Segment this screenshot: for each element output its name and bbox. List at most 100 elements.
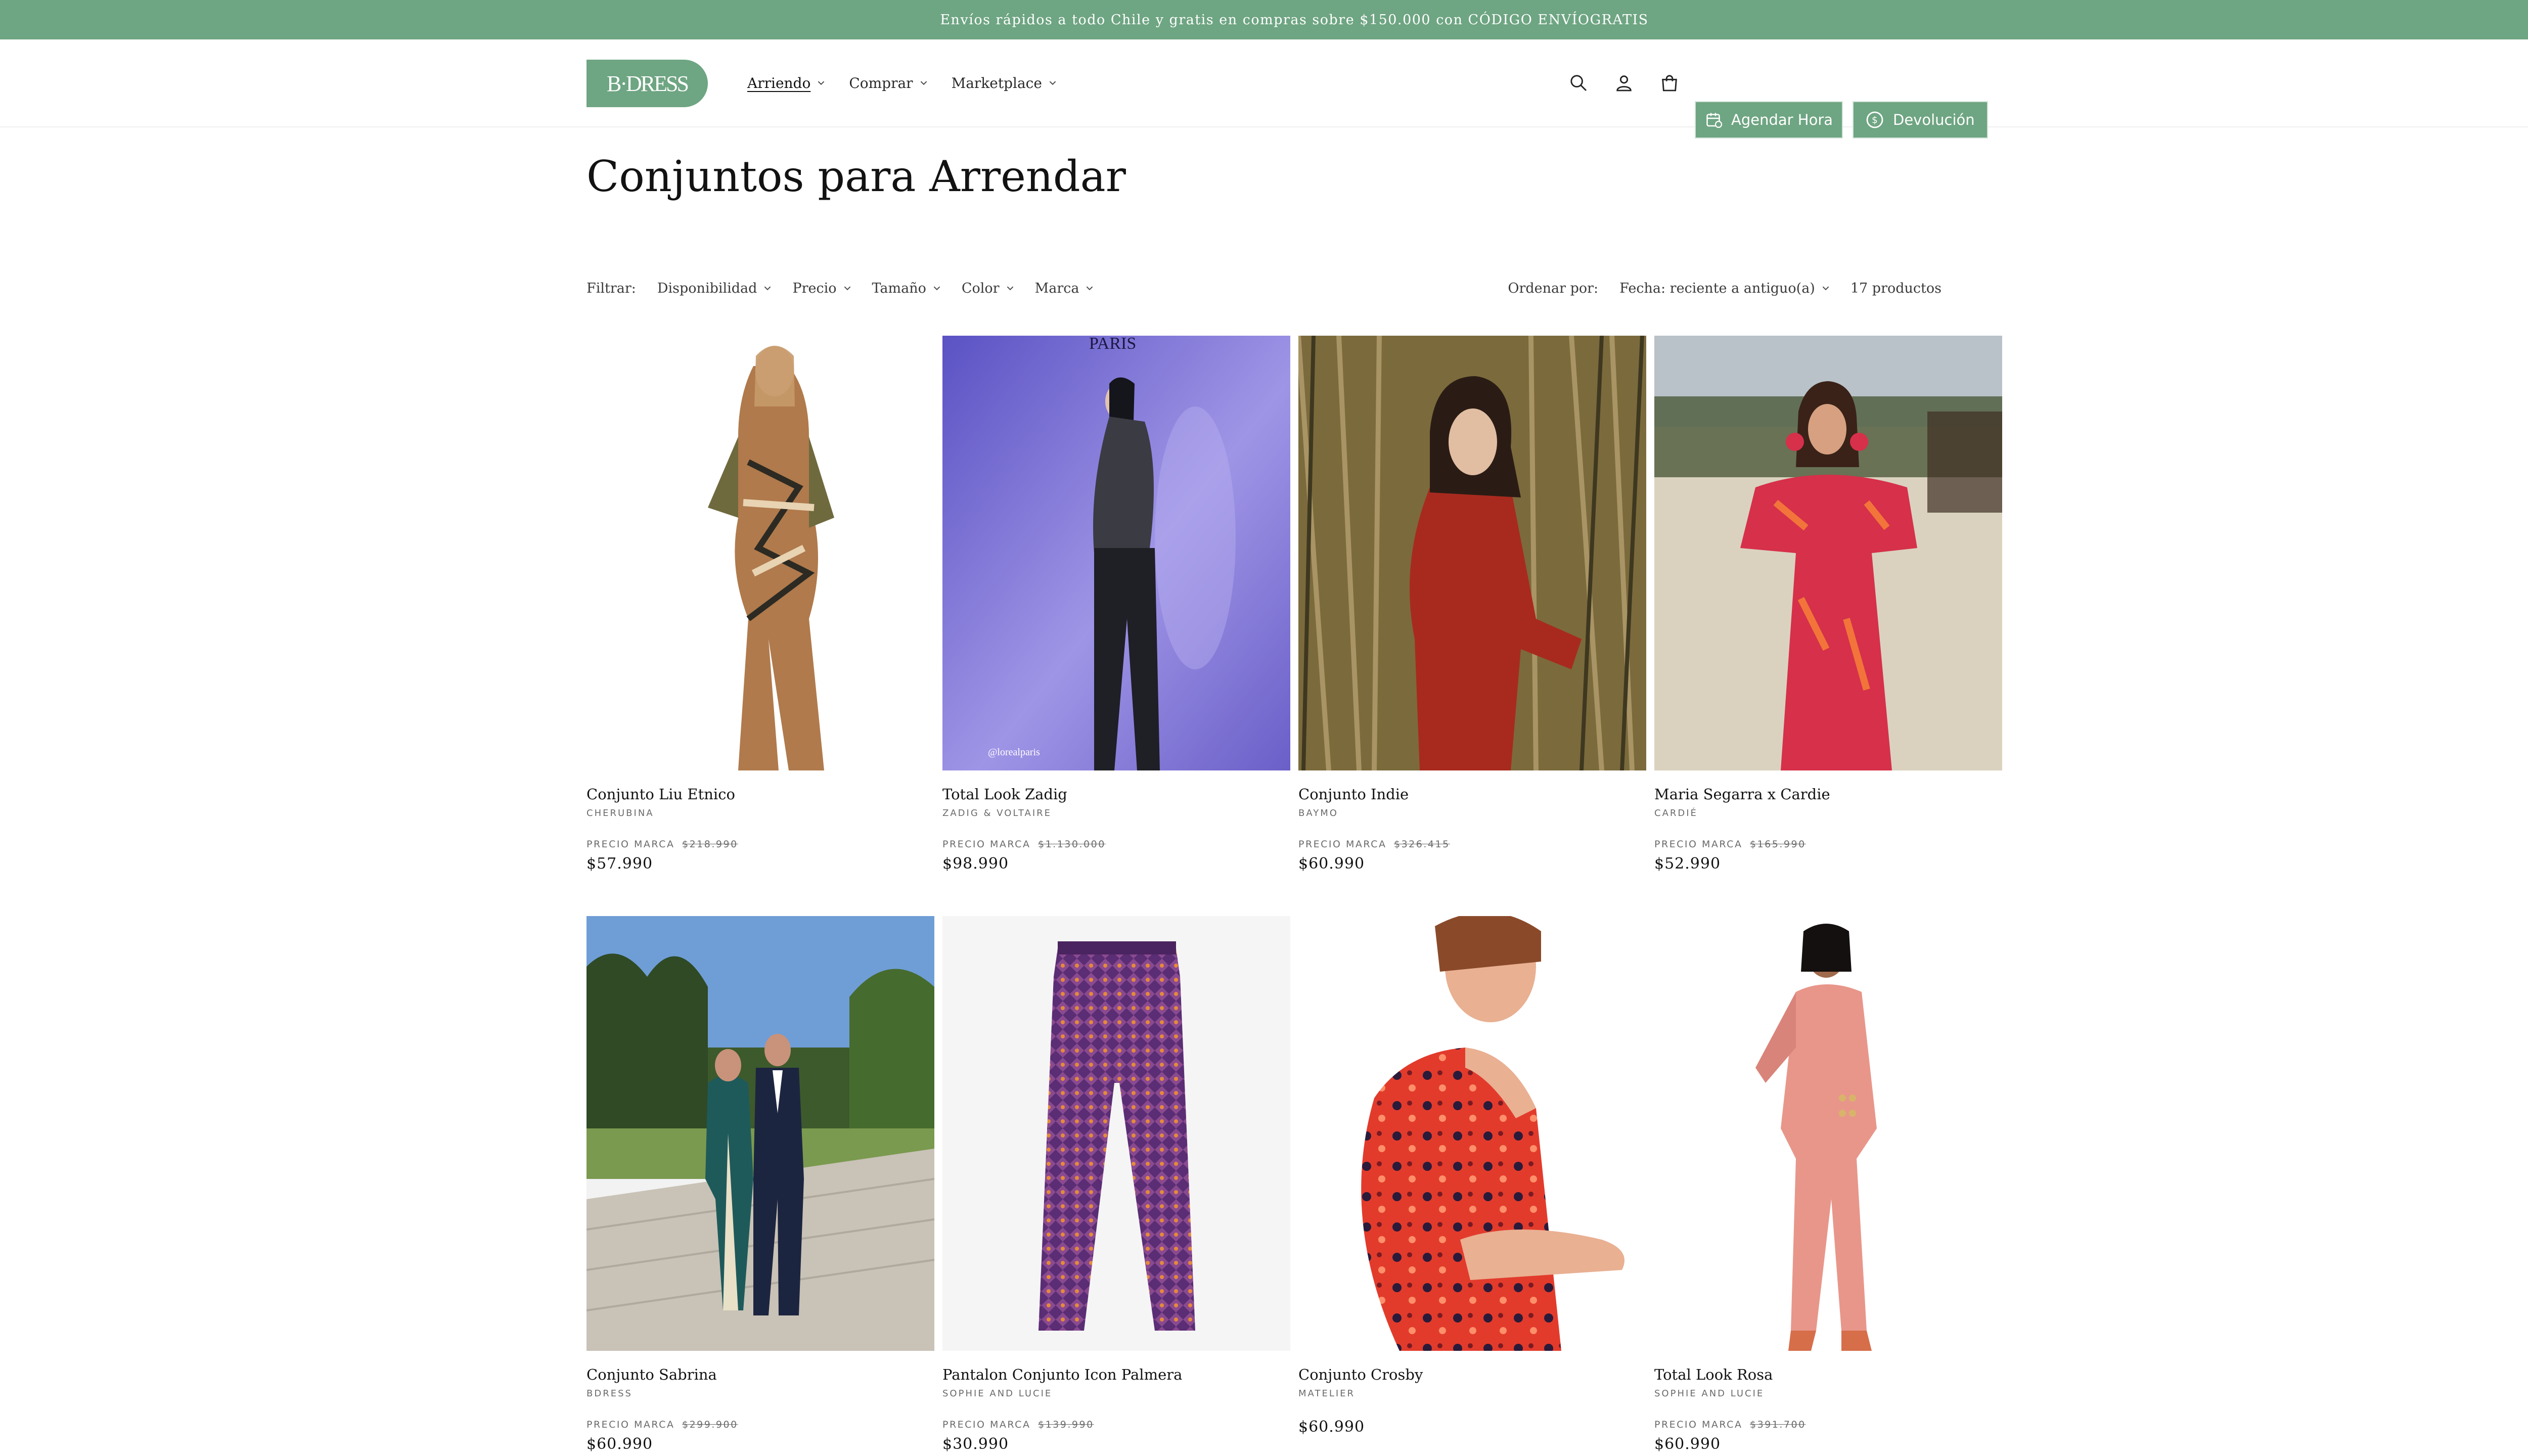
- product-regular-price: PRECIO MARCA $165.990: [1654, 839, 2002, 850]
- product-regular-price: PRECIO MARCA $326.415: [1298, 839, 1646, 850]
- svg-text:$: $: [1872, 115, 1878, 126]
- filter-label: Filtrar:: [586, 280, 636, 296]
- regular-price-value: $391.700: [1750, 1419, 1806, 1430]
- product-photo-maria-segarra: [1654, 336, 2002, 770]
- chevron-down-icon: [764, 286, 771, 291]
- regular-price-label: PRECIO MARCA: [1654, 839, 1743, 850]
- filter-name: Color: [961, 280, 1000, 296]
- logo-text: B·DRESS: [607, 71, 689, 96]
- product-price: $52.990: [1654, 855, 1721, 873]
- product-card[interactable]: Conjunto Crosby MATELIER $60.990: [1298, 916, 1646, 1453]
- chevron-down-icon: [920, 81, 927, 85]
- product-card[interactable]: PARIS @lorealparis Total Look Zadig ZADI…: [942, 336, 1290, 873]
- product-price: $30.990: [942, 1435, 1009, 1453]
- product-brand: BDRESS: [586, 1388, 633, 1399]
- product-image[interactable]: [942, 916, 1290, 1351]
- product-name[interactable]: Total Look Rosa: [1654, 1366, 2002, 1383]
- filter-name: Precio: [792, 280, 837, 296]
- announcement-bar: Envíos rápidos a todo Chile y gratis en …: [0, 0, 2528, 39]
- logo[interactable]: B·DRESS: [586, 60, 708, 107]
- devolucion-button[interactable]: $ Devolución: [1853, 101, 1988, 139]
- product-regular-price: PRECIO MARCA $1.130.000: [942, 839, 1290, 850]
- regular-price-value: $326.415: [1394, 839, 1450, 850]
- filter-color[interactable]: Color: [962, 281, 1014, 296]
- product-photo-conjunto-sabrina: [586, 916, 934, 1351]
- product-brand: MATELIER: [1298, 1388, 1356, 1399]
- product-image[interactable]: [1654, 916, 2002, 1351]
- nav-item-label: Arriendo: [747, 74, 811, 92]
- regular-price-value: $165.990: [1750, 839, 1806, 850]
- product-photo-total-look-rosa: [1654, 916, 2002, 1351]
- user-icon[interactable]: [1611, 70, 1637, 96]
- product-price: $98.990: [942, 855, 1009, 873]
- product-image[interactable]: PARIS @lorealparis: [942, 336, 1290, 770]
- return-icon: $: [1866, 111, 1883, 128]
- sort-bar: Ordenar por: Fecha: reciente a antiguo(a…: [1508, 277, 1942, 299]
- chevron-down-icon: [1049, 81, 1056, 85]
- product-card[interactable]: Maria Segarra x Cardie CARDIÉ PRECIO MAR…: [1654, 336, 2002, 873]
- sort-select[interactable]: Fecha: reciente a antiguo(a): [1619, 281, 1829, 296]
- chevron-down-icon: [1007, 286, 1013, 291]
- nav-item-comprar[interactable]: Comprar: [849, 75, 927, 92]
- product-card[interactable]: Conjunto Liu Etnico CHERUBINA PRECIO MAR…: [586, 336, 934, 873]
- product-name[interactable]: Pantalon Conjunto Icon Palmera: [942, 1366, 1290, 1383]
- nav-item-label: Marketplace: [951, 74, 1042, 92]
- product-regular-price: PRECIO MARCA $391.700: [1654, 1419, 2002, 1430]
- regular-price-value: $1.130.000: [1038, 839, 1106, 850]
- agendar-hora-button[interactable]: Agendar Hora: [1695, 101, 1843, 139]
- search-icon[interactable]: [1565, 70, 1592, 96]
- filter-name: Disponibilidad: [657, 280, 757, 296]
- sort-value: Fecha: reciente a antiguo(a): [1619, 280, 1815, 296]
- product-card[interactable]: Conjunto Sabrina BDRESS PRECIO MARCA $29…: [586, 916, 934, 1453]
- product-count: 17 productos: [1850, 280, 1942, 296]
- product-card[interactable]: Conjunto Indie BAYMO PRECIO MARCA $326.4…: [1298, 336, 1646, 873]
- product-name[interactable]: Conjunto Crosby: [1298, 1366, 1646, 1383]
- product-price: $60.990: [1298, 1418, 1365, 1436]
- regular-price-value: $218.990: [682, 839, 738, 850]
- regular-price-label: PRECIO MARCA: [942, 839, 1031, 850]
- product-card[interactable]: Total Look Rosa SOPHIE AND LUCIE PRECIO …: [1654, 916, 2002, 1453]
- bag-icon[interactable]: [1656, 70, 1683, 96]
- product-name[interactable]: Maria Segarra x Cardie: [1654, 786, 2002, 803]
- product-brand: CARDIÉ: [1654, 808, 1698, 818]
- nav-item-label: Comprar: [849, 74, 913, 92]
- filter-disponibilidad[interactable]: Disponibilidad: [657, 281, 772, 296]
- product-name[interactable]: Total Look Zadig: [942, 786, 1290, 803]
- product-name[interactable]: Conjunto Sabrina: [586, 1366, 934, 1383]
- product-image[interactable]: [1654, 336, 2002, 770]
- filter-marca[interactable]: Marca: [1035, 281, 1094, 296]
- product-photo-pantalon-icon-palmera: [942, 916, 1290, 1351]
- product-brand: ZADIG & VOLTAIRE: [942, 808, 1052, 818]
- product-price: $60.990: [1298, 855, 1365, 873]
- filter-bar: Filtrar: Disponibilidad Precio Tamaño Co…: [586, 277, 1093, 299]
- product-photo-liu-etnico: [586, 336, 934, 770]
- agendar-hora-label: Agendar Hora: [1731, 111, 1833, 128]
- product-price: $57.990: [586, 855, 653, 873]
- regular-price-label: PRECIO MARCA: [1298, 839, 1387, 850]
- chevron-down-icon: [933, 286, 940, 291]
- filter-tamano[interactable]: Tamaño: [872, 281, 940, 296]
- nav-item-arriendo[interactable]: Arriendo: [747, 75, 825, 92]
- chevron-down-icon: [844, 286, 850, 291]
- product-image[interactable]: [1298, 336, 1646, 770]
- regular-price-label: PRECIO MARCA: [586, 1419, 675, 1430]
- regular-price-value: $139.990: [1038, 1419, 1094, 1430]
- product-image[interactable]: [1298, 916, 1646, 1351]
- photo-text-paris: PARIS: [1089, 336, 1136, 353]
- nav-item-marketplace[interactable]: Marketplace: [952, 75, 1056, 92]
- chevron-down-icon: [818, 81, 825, 85]
- product-name[interactable]: Conjunto Indie: [1298, 786, 1646, 803]
- regular-price-label: PRECIO MARCA: [1654, 1419, 1743, 1430]
- filter-precio[interactable]: Precio: [792, 281, 850, 296]
- product-image[interactable]: [586, 916, 934, 1351]
- product-regular-price: PRECIO MARCA $139.990: [942, 1419, 1290, 1430]
- photo-caption: @lorealparis: [988, 747, 1040, 758]
- product-card[interactable]: Pantalon Conjunto Icon Palmera SOPHIE AN…: [942, 916, 1290, 1453]
- regular-price-label: PRECIO MARCA: [942, 1419, 1031, 1430]
- product-image[interactable]: [586, 336, 934, 770]
- product-price: $60.990: [1654, 1435, 1721, 1453]
- product-name[interactable]: Conjunto Liu Etnico: [586, 786, 934, 803]
- product-photo-conjunto-crosby: [1298, 916, 1646, 1351]
- calendar-icon: [1706, 113, 1723, 128]
- sort-label: Ordenar por:: [1508, 280, 1599, 296]
